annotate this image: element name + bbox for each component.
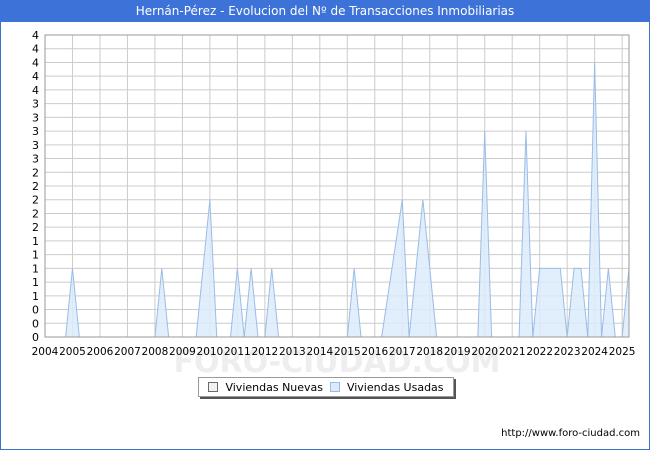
legend-label-usadas: Viviendas Usadas <box>346 380 444 394</box>
y-tick-label-0: 0 <box>32 331 39 344</box>
x-tick-label-2010: 2010 <box>197 346 224 358</box>
x-tick-label-2011: 2011 <box>224 346 251 358</box>
y-tick-label-17: 3 <box>32 98 39 111</box>
y-tick-label-20: 4 <box>32 56 39 69</box>
y-tick-label-22: 4 <box>32 29 39 42</box>
x-tick-label-2017: 2017 <box>389 346 416 358</box>
y-tick-label-14: 3 <box>32 139 39 152</box>
x-tick-label-2006: 2006 <box>87 346 114 358</box>
y-tick-label-1: 0 <box>32 317 39 330</box>
y-tick-label-8: 2 <box>32 221 39 234</box>
y-tick-label-5: 1 <box>32 262 39 275</box>
y-tick-label-11: 2 <box>32 180 39 193</box>
x-tick-label-2019: 2019 <box>444 346 471 358</box>
y-tick-label-16: 3 <box>32 111 39 124</box>
x-tick-label-2021: 2021 <box>499 346 526 358</box>
x-tick-label-2023: 2023 <box>554 346 581 358</box>
y-tick-label-3: 1 <box>32 290 39 303</box>
legend-item-usadas: Viviendas Usadas <box>329 380 444 394</box>
footer-url: http://www.foro-ciudad.com <box>501 428 640 439</box>
y-tick-label-6: 1 <box>32 249 39 262</box>
y-tick-label-2: 0 <box>32 304 39 317</box>
x-tick-label-2018: 2018 <box>416 346 443 358</box>
y-tick-label-15: 3 <box>32 125 39 138</box>
x-tick-label-2024: 2024 <box>581 346 608 358</box>
x-tick-label-2004: 2004 <box>32 346 59 358</box>
y-tick-label-13: 3 <box>32 153 39 166</box>
x-tick-label-2025: 2025 <box>609 346 636 358</box>
x-tick-label-2013: 2013 <box>279 346 306 358</box>
x-tick-label-2022: 2022 <box>526 346 553 358</box>
y-tick-label-4: 1 <box>32 276 39 289</box>
x-tick-label-2007: 2007 <box>114 346 141 358</box>
x-tick-label-2020: 2020 <box>471 346 498 358</box>
y-tick-label-9: 2 <box>32 207 39 220</box>
x-tick-label-2008: 2008 <box>142 346 169 358</box>
y-tick-label-19: 4 <box>32 70 39 83</box>
x-tick-label-2009: 2009 <box>169 346 196 358</box>
y-tick-label-10: 2 <box>32 194 39 207</box>
y-tick-label-18: 4 <box>32 84 39 97</box>
x-tick-label-2015: 2015 <box>334 346 361 358</box>
x-tick-label-2005: 2005 <box>59 346 86 358</box>
legend-label-nuevas: Viviendas Nuevas <box>225 380 324 394</box>
x-tick-label-2012: 2012 <box>251 346 278 358</box>
legend-swatch-usadas <box>329 382 340 392</box>
legend-swatch-nuevas <box>208 382 219 392</box>
legend-item-nuevas: Viviendas Nuevas <box>208 381 323 394</box>
x-tick-label-2016: 2016 <box>361 346 388 358</box>
y-tick-label-7: 1 <box>32 235 39 248</box>
x-tick-label-2014: 2014 <box>306 346 333 358</box>
y-tick-label-21: 4 <box>32 43 39 56</box>
y-tick-label-12: 2 <box>32 166 39 179</box>
legend: Viviendas Nuevas Viviendas Usadas <box>198 377 454 397</box>
